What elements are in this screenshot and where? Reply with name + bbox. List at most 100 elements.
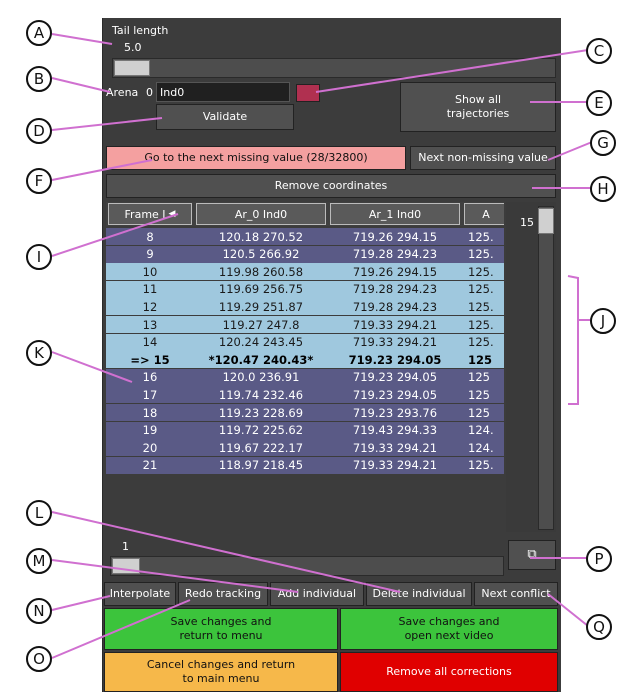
table-row[interactable]: 8 120.18 270.52 719.26 294.15 125. [106,228,504,245]
table-cell[interactable]: 719.26 294.15 [330,228,460,245]
individual-field[interactable]: Ind0 [156,82,290,102]
table-cell[interactable]: 119.72 225.62 [196,422,326,439]
table-row[interactable]: 20 119.67 222.17 719.33 294.21 124. [106,439,504,457]
vertical-slider-track[interactable] [538,206,554,530]
table-cell[interactable]: 125. [464,334,504,351]
horizontal-slider-handle[interactable] [112,558,140,574]
table-row[interactable]: 17 119.74 232.46 719.23 294.05 125 [106,386,504,404]
table-cell[interactable]: 19 [108,422,192,439]
table-cell[interactable]: 125. [464,263,504,280]
table-cell[interactable]: 124. [464,422,504,439]
table-row[interactable]: 19 119.72 225.62 719.43 294.33 124. [106,421,504,439]
frame-horizontal-slider[interactable] [110,556,504,576]
table-cell[interactable]: 119.74 232.46 [196,386,326,403]
table-row[interactable]: 14 120.24 243.45 719.33 294.21 125. [106,333,504,351]
vertical-slider-handle[interactable] [538,208,554,234]
table-cell[interactable]: 719.23 294.05 [330,386,460,403]
table-cell[interactable]: 120.0 236.91 [196,369,326,386]
next-conflict-button[interactable]: Next conflict [474,582,558,606]
header-ar0[interactable]: Ar_0 Ind0 [196,203,326,225]
table-cell[interactable]: 719.28 294.23 [330,246,460,263]
table-cell[interactable]: 125. [464,228,504,245]
header-ar1[interactable]: Ar_1 Ind0 [330,203,460,225]
table-cell[interactable]: 11 [108,281,192,298]
table-cell[interactable]: 119.98 260.58 [196,263,326,280]
table-cell[interactable]: 13 [108,316,192,333]
table-cell[interactable]: 120.24 243.45 [196,334,326,351]
restore-window-icon[interactable]: ⧉ [508,540,556,570]
table-cell[interactable]: 719.26 294.15 [330,263,460,280]
table-row[interactable]: 10 119.98 260.58 719.26 294.15 125. [106,263,504,281]
next-missing-value-button[interactable]: Go to the next missing value (28/32800) [106,146,406,170]
table-cell[interactable]: 12 [108,298,192,315]
table-row[interactable]: 11 119.69 256.75 719.28 294.23 125. [106,280,504,298]
table-cell[interactable]: 119.23 228.69 [196,404,326,421]
table-cell[interactable]: 719.23 294.05 [330,351,460,368]
table-cell[interactable]: *120.47 240.43* [196,351,326,368]
remove-all-corrections-button[interactable]: Remove all corrections [340,652,558,692]
table-cell[interactable]: 119.67 222.17 [196,439,326,456]
table-cell[interactable]: 17 [108,386,192,403]
remove-coordinates-button[interactable]: Remove coordinates [106,174,556,198]
table-cell[interactable]: 719.23 293.76 [330,404,460,421]
header-ar2[interactable]: A [464,203,504,225]
table-cell[interactable]: 125. [464,457,504,474]
table-cell[interactable]: 119.27 247.8 [196,316,326,333]
table-cell[interactable]: 120.18 270.52 [196,228,326,245]
table-cell[interactable]: 125 [464,351,504,368]
table-row[interactable]: 21 118.97 218.45 719.33 294.21 125. [106,456,504,474]
header-frame[interactable]: Frame I ◀ [108,203,192,225]
table-cell[interactable]: 21 [108,457,192,474]
table-cell[interactable]: => 15 [108,351,192,368]
table-cell[interactable]: 125. [464,298,504,315]
table-cell[interactable]: 8 [108,228,192,245]
tail-length-handle[interactable] [114,60,150,76]
table-row[interactable]: 12 119.29 251.87 719.28 294.23 125. [106,298,504,316]
table-row[interactable]: 18 119.23 228.69 719.23 293.76 125 [106,404,504,421]
table-row[interactable]: => 15 *120.47 240.43* 719.23 294.05 125 [106,351,504,369]
table-cell[interactable]: 719.33 294.21 [330,316,460,333]
table-cell[interactable]: 9 [108,246,192,263]
table-cell[interactable]: 20 [108,439,192,456]
callout-a: A [26,20,52,46]
save-open-next-video-button[interactable]: Save changes and open next video [340,608,558,650]
tail-length-slider[interactable] [112,58,556,78]
save-next-line1: Save changes and [398,615,500,629]
table-cell[interactable]: 719.23 294.05 [330,369,460,386]
table-cell[interactable]: 10 [108,263,192,280]
table-cell[interactable]: 119.69 256.75 [196,281,326,298]
frame-vertical-slider[interactable]: 15 [506,202,556,532]
table-cell[interactable]: 14 [108,334,192,351]
table-cell[interactable]: 125 [464,386,504,403]
table-row[interactable]: 9 120.5 266.92 719.28 294.23 125. [106,245,504,263]
interpolate-button[interactable]: Interpolate [104,582,176,606]
table-cell[interactable]: 125 [464,404,504,421]
table-row[interactable]: 16 120.0 236.91 719.23 294.05 125 [106,368,504,386]
table-cell[interactable]: 124. [464,439,504,456]
table-cell[interactable]: 719.43 294.33 [330,422,460,439]
validate-button[interactable]: Validate [156,104,294,130]
save-return-menu-button[interactable]: Save changes and return to menu [104,608,338,650]
add-individual-button[interactable]: Add individual [270,582,364,606]
table-cell[interactable]: 120.5 266.92 [196,246,326,263]
next-non-missing-value-button[interactable]: Next non-missing value [410,146,556,170]
table-cell[interactable]: 18 [108,404,192,421]
table-cell[interactable]: 719.33 294.21 [330,334,460,351]
table-cell[interactable]: 125. [464,246,504,263]
table-cell[interactable]: 16 [108,369,192,386]
table-cell[interactable]: 119.29 251.87 [196,298,326,315]
table-cell[interactable]: 719.28 294.23 [330,281,460,298]
table-row[interactable]: 13 119.27 247.8 719.33 294.21 125. [106,316,504,333]
individual-color-swatch[interactable] [296,84,320,102]
table-cell[interactable]: 125. [464,281,504,298]
table-cell[interactable]: 719.33 294.21 [330,439,460,456]
table-cell[interactable]: 719.33 294.21 [330,457,460,474]
redo-tracking-button[interactable]: Redo tracking [178,582,268,606]
table-cell[interactable]: 719.28 294.23 [330,298,460,315]
cancel-changes-button[interactable]: Cancel changes and return to main menu [104,652,338,692]
delete-individual-button[interactable]: Delete individual [366,582,472,606]
table-cell[interactable]: 125. [464,316,504,333]
table-cell[interactable]: 125 [464,369,504,386]
table-cell[interactable]: 118.97 218.45 [196,457,326,474]
show-all-trajectories-button[interactable]: Show all trajectories [400,82,556,132]
